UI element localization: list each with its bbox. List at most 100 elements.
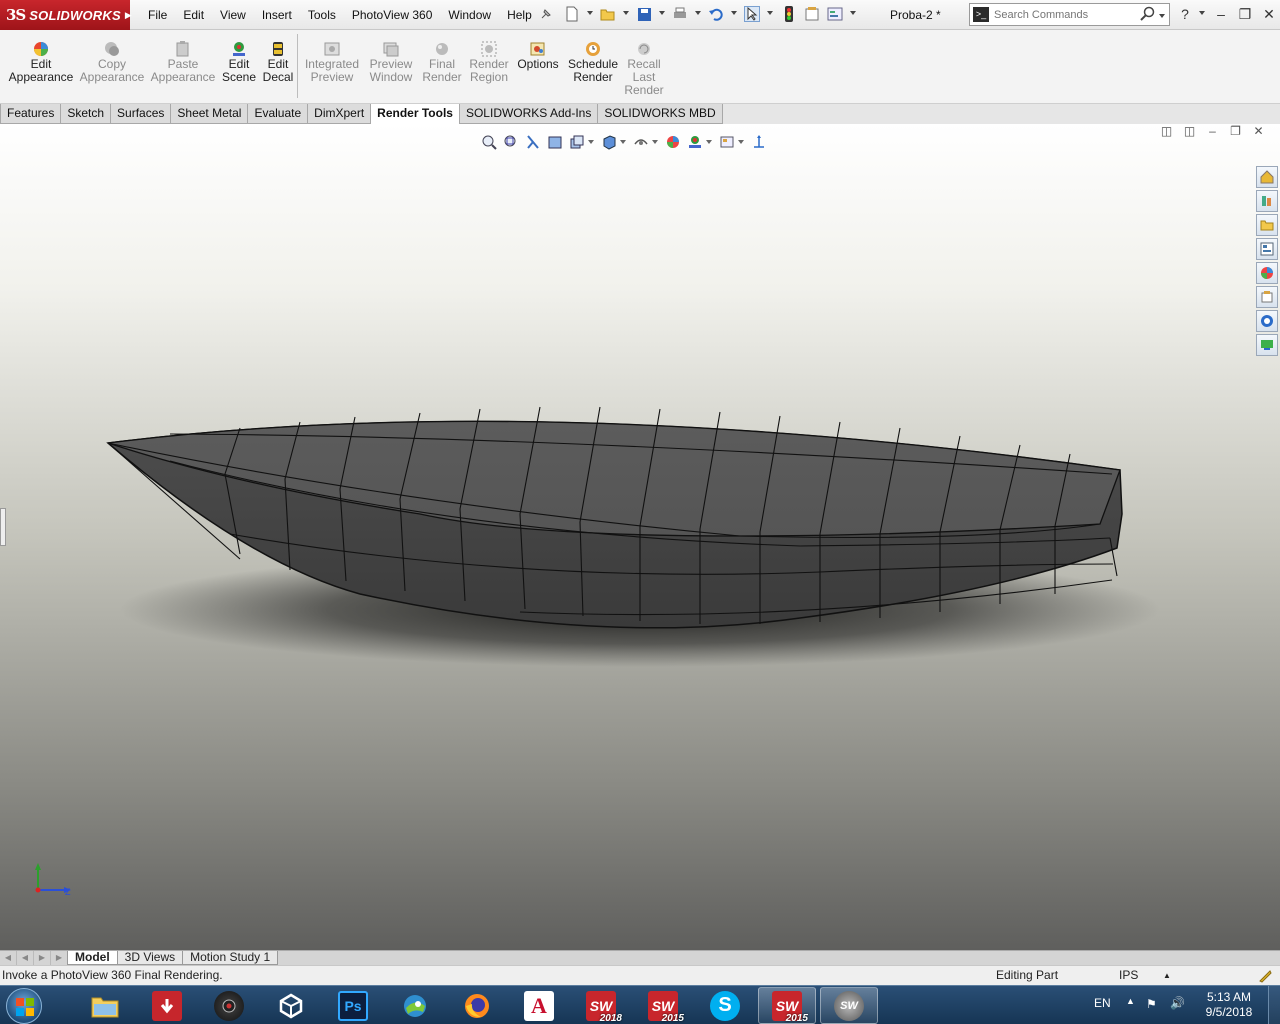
show-desktop-button[interactable] <box>1268 986 1280 1024</box>
tab-motion-study[interactable]: Motion Study 1 <box>182 951 279 965</box>
menu-photoview[interactable]: PhotoView 360 <box>344 8 441 22</box>
final-render-button[interactable]: Final Render <box>420 40 464 84</box>
taskbar-download-manager[interactable] <box>138 987 196 1024</box>
tab-model[interactable]: Model <box>67 951 118 965</box>
tile-right-icon[interactable]: ◫ <box>1178 124 1201 140</box>
doc-restore-icon[interactable]: ❐ <box>1224 124 1247 140</box>
taskbar-solidworks-2015[interactable]: SW 2015 <box>634 987 692 1024</box>
section-view-icon[interactable] <box>544 132 566 152</box>
tab-mbd[interactable]: SOLIDWORKS MBD <box>597 104 723 124</box>
design-library-icon[interactable] <box>1256 190 1278 212</box>
3d-experience-icon[interactable] <box>1256 334 1278 356</box>
taskbar-solidworks-running[interactable]: SW <box>820 987 878 1024</box>
close-icon[interactable]: ✕ <box>1260 6 1278 22</box>
display-dropdown-icon[interactable] <box>652 140 658 144</box>
edit-scene-button[interactable]: Edit Scene <box>221 40 257 84</box>
start-button[interactable] <box>6 988 42 1024</box>
graphics-area[interactable]: ◫ ◫ – ❐ ✕ Z <box>0 124 1280 950</box>
file-properties-icon[interactable] <box>804 6 820 22</box>
edit-decal-button[interactable]: Edit Decal <box>262 40 294 84</box>
options-dropdown-icon[interactable] <box>850 11 856 15</box>
open-dropdown-icon[interactable] <box>623 11 629 15</box>
menu-help[interactable]: Help <box>499 8 540 22</box>
menu-window[interactable]: Window <box>440 8 499 22</box>
search-dropdown-icon[interactable] <box>1159 14 1165 18</box>
view-orientation-icon[interactable] <box>598 132 620 152</box>
options-gear-icon[interactable] <box>827 6 843 22</box>
system-clock[interactable]: 5:13 AM 9/5/2018 <box>1198 990 1260 1020</box>
help-icon[interactable]: ? <box>1176 6 1194 22</box>
solidworks-forum-icon[interactable] <box>1256 310 1278 332</box>
rebuild-icon[interactable] <box>781 6 797 22</box>
search-input[interactable] <box>994 7 1134 23</box>
preview-window-button[interactable]: Preview Window <box>366 40 416 84</box>
print-dropdown-icon[interactable] <box>695 11 701 15</box>
feature-manager-flyout-handle[interactable] <box>0 508 6 546</box>
scene-dropdown-icon[interactable] <box>706 140 712 144</box>
rebuild-status-icon[interactable] <box>1258 969 1272 983</box>
menu-view[interactable]: View <box>212 8 254 22</box>
integrated-preview-button[interactable]: Integrated Preview <box>302 40 362 84</box>
dynamic-annotation-icon[interactable] <box>566 132 588 152</box>
taskbar-firefox[interactable] <box>448 987 506 1024</box>
doc-close-icon[interactable]: ✕ <box>1247 124 1270 140</box>
select-arrow-icon[interactable] <box>744 6 760 22</box>
apply-scene-icon[interactable] <box>684 132 706 152</box>
taskbar-unity[interactable] <box>262 987 320 1024</box>
select-dropdown-icon[interactable] <box>767 11 773 15</box>
minimize-icon[interactable]: – <box>1212 6 1230 22</box>
tile-left-icon[interactable]: ◫ <box>1155 124 1178 140</box>
view-settings-icon[interactable] <box>716 132 738 152</box>
zoom-to-area-icon[interactable] <box>500 132 522 152</box>
menu-file[interactable]: File <box>140 8 175 22</box>
zoom-to-fit-icon[interactable] <box>478 132 500 152</box>
options-button[interactable]: Options <box>515 40 561 71</box>
tab-surfaces[interactable]: Surfaces <box>110 104 172 124</box>
pin-icon[interactable] <box>538 6 554 22</box>
search-icon[interactable] <box>1140 6 1156 22</box>
taskbar-solidworks-2018[interactable]: SW 2018 <box>572 987 630 1024</box>
menu-edit[interactable]: Edit <box>175 8 212 22</box>
tab-render-tools[interactable]: Render Tools <box>370 104 460 125</box>
unit-system-up-icon[interactable]: ▲ <box>1163 966 1171 985</box>
undo-icon[interactable] <box>708 6 724 22</box>
action-center-flag-icon[interactable]: ⚑ <box>1146 997 1157 1011</box>
last-tab-icon[interactable]: ▶ <box>51 951 68 965</box>
solidworks-logo[interactable]: 3S SOLIDWORKS ▶ <box>0 0 132 30</box>
view-dropdown-icon[interactable] <box>588 140 594 144</box>
paste-appearance-button[interactable]: Paste Appearance <box>151 40 215 84</box>
display-style-icon[interactable] <box>630 132 652 152</box>
appearances-scenes-icon[interactable] <box>1256 262 1278 284</box>
tab-dimxpert[interactable]: DimXpert <box>307 104 372 124</box>
view-palette-icon[interactable] <box>1256 238 1278 260</box>
previous-view-icon[interactable] <box>522 132 544 152</box>
next-tab-icon[interactable]: ▶ <box>34 951 51 965</box>
menu-insert[interactable]: Insert <box>254 8 300 22</box>
render-region-button[interactable]: Render Region <box>466 40 512 84</box>
edit-appearance-button[interactable]: Edit Appearance <box>9 40 73 84</box>
tab-3d-views[interactable]: 3D Views <box>116 951 184 965</box>
save-icon[interactable] <box>636 6 652 22</box>
file-explorer-pane-icon[interactable] <box>1256 214 1278 236</box>
save-dropdown-icon[interactable] <box>659 11 665 15</box>
tab-sketch[interactable]: Sketch <box>60 104 112 124</box>
custom-properties-icon[interactable] <box>1256 286 1278 308</box>
unit-system-selector[interactable]: IPS <box>1119 966 1138 985</box>
taskbar-helmet-app[interactable] <box>386 987 444 1024</box>
volume-icon[interactable]: 🔊 <box>1170 996 1185 1010</box>
solidworks-resources-icon[interactable] <box>1256 166 1278 188</box>
edit-appearance-hud-icon[interactable] <box>662 132 684 152</box>
taskbar-skype[interactable]: S <box>696 987 754 1024</box>
boat-hull-model[interactable] <box>0 124 1280 950</box>
taskbar-autocad[interactable]: A <box>510 987 568 1024</box>
tab-evaluate[interactable]: Evaluate <box>247 104 309 124</box>
recall-last-render-button[interactable]: Recall Last Render <box>622 40 666 97</box>
first-tab-icon[interactable]: ◀ <box>0 951 17 965</box>
show-hidden-icons-icon[interactable]: ▲ <box>1126 996 1135 1006</box>
print-icon[interactable] <box>672 6 688 22</box>
open-folder-icon[interactable] <box>600 6 616 22</box>
new-dropdown-icon[interactable] <box>587 11 593 15</box>
schedule-render-button[interactable]: Schedule Render <box>565 40 621 84</box>
tab-addins[interactable]: SOLIDWORKS Add-Ins <box>458 104 599 124</box>
copy-appearance-button[interactable]: Copy Appearance <box>80 40 144 84</box>
